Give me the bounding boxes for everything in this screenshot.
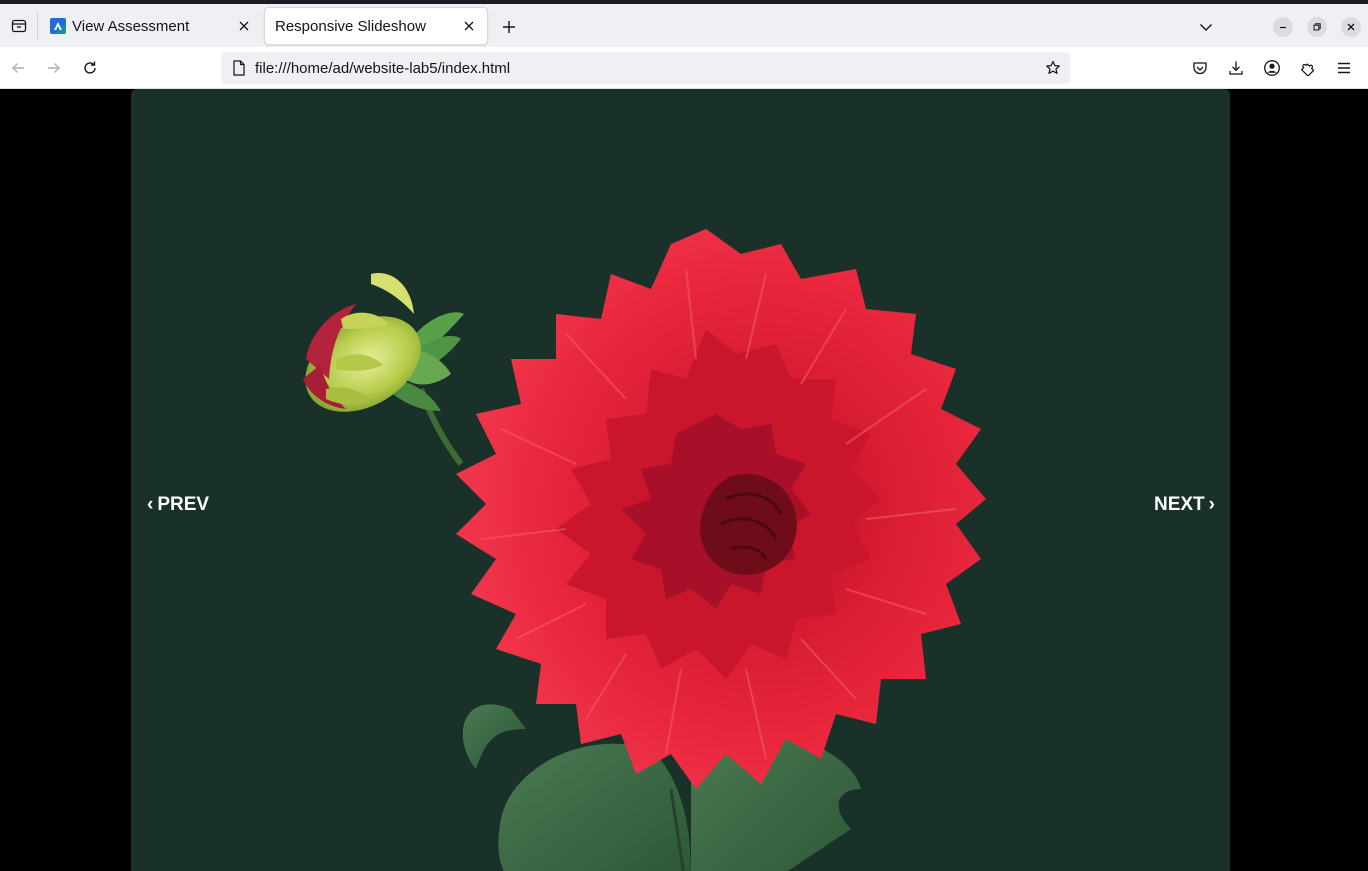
new-tab-button[interactable] bbox=[496, 14, 522, 40]
address-bar[interactable]: file:///home/ad/website-lab5/index.html bbox=[221, 52, 1070, 84]
url-text[interactable]: file:///home/ad/website-lab5/index.html bbox=[255, 60, 1043, 77]
close-tab-icon[interactable] bbox=[236, 18, 252, 34]
tab-label: Responsive Slideshow bbox=[275, 17, 426, 35]
firefox-view-icon bbox=[11, 19, 26, 32]
tab-label: View Assessment bbox=[72, 17, 190, 35]
app-logo-icon bbox=[50, 18, 66, 34]
plus-icon bbox=[503, 21, 515, 33]
pocket-icon bbox=[1193, 62, 1207, 75]
close-window-button[interactable] bbox=[1341, 17, 1361, 37]
tab-responsive-slideshow[interactable]: Responsive Slideshow bbox=[265, 8, 487, 44]
pocket-button[interactable] bbox=[1187, 55, 1213, 81]
list-all-tabs-button[interactable] bbox=[1193, 14, 1219, 40]
hamburger-menu-icon bbox=[1338, 62, 1350, 74]
reload-icon bbox=[84, 61, 96, 74]
arrow-right-icon bbox=[48, 63, 60, 73]
close-tab-icon[interactable] bbox=[461, 18, 477, 34]
restore-button[interactable] bbox=[1307, 17, 1327, 37]
page-icon bbox=[230, 59, 248, 77]
close-icon bbox=[1347, 23, 1355, 31]
forward-button[interactable] bbox=[41, 55, 67, 81]
extensions-button[interactable] bbox=[1295, 55, 1321, 81]
prev-button[interactable]: ‹ PREV bbox=[147, 494, 209, 516]
minimize-button[interactable] bbox=[1273, 17, 1293, 37]
app-menu-button[interactable] bbox=[1331, 55, 1357, 81]
account-icon bbox=[1264, 60, 1280, 76]
chevron-left-icon: ‹ bbox=[147, 494, 154, 515]
firefox-view-button[interactable] bbox=[0, 4, 37, 47]
page-viewport: ‹ PREV NEXT › bbox=[0, 89, 1368, 871]
minimize-icon bbox=[1280, 26, 1286, 29]
prev-label: PREV bbox=[157, 494, 210, 515]
restore-icon bbox=[1313, 23, 1321, 31]
reload-button[interactable] bbox=[77, 55, 103, 81]
navigation-toolbar: file:///home/ad/website-lab5/index.html bbox=[0, 47, 1368, 89]
tab-bar: View Assessment Responsive Slideshow bbox=[0, 4, 1368, 47]
puzzle-icon bbox=[1301, 63, 1315, 76]
download-icon bbox=[1229, 61, 1243, 75]
bookmark-star-icon[interactable] bbox=[1043, 58, 1063, 78]
chevron-right-icon: › bbox=[1208, 494, 1215, 515]
arrow-left-icon bbox=[12, 63, 24, 73]
slideshow-container: ‹ PREV NEXT › bbox=[131, 89, 1230, 871]
tab-view-assessment[interactable]: View Assessment bbox=[40, 8, 262, 44]
next-label: NEXT bbox=[1153, 494, 1205, 515]
tab-separator bbox=[37, 12, 38, 40]
chevron-down-icon bbox=[1200, 24, 1212, 31]
next-button[interactable]: NEXT › bbox=[1154, 494, 1215, 516]
slide-image bbox=[303, 229, 986, 871]
account-button[interactable] bbox=[1259, 55, 1285, 81]
downloads-button[interactable] bbox=[1223, 55, 1249, 81]
back-button[interactable] bbox=[5, 55, 31, 81]
